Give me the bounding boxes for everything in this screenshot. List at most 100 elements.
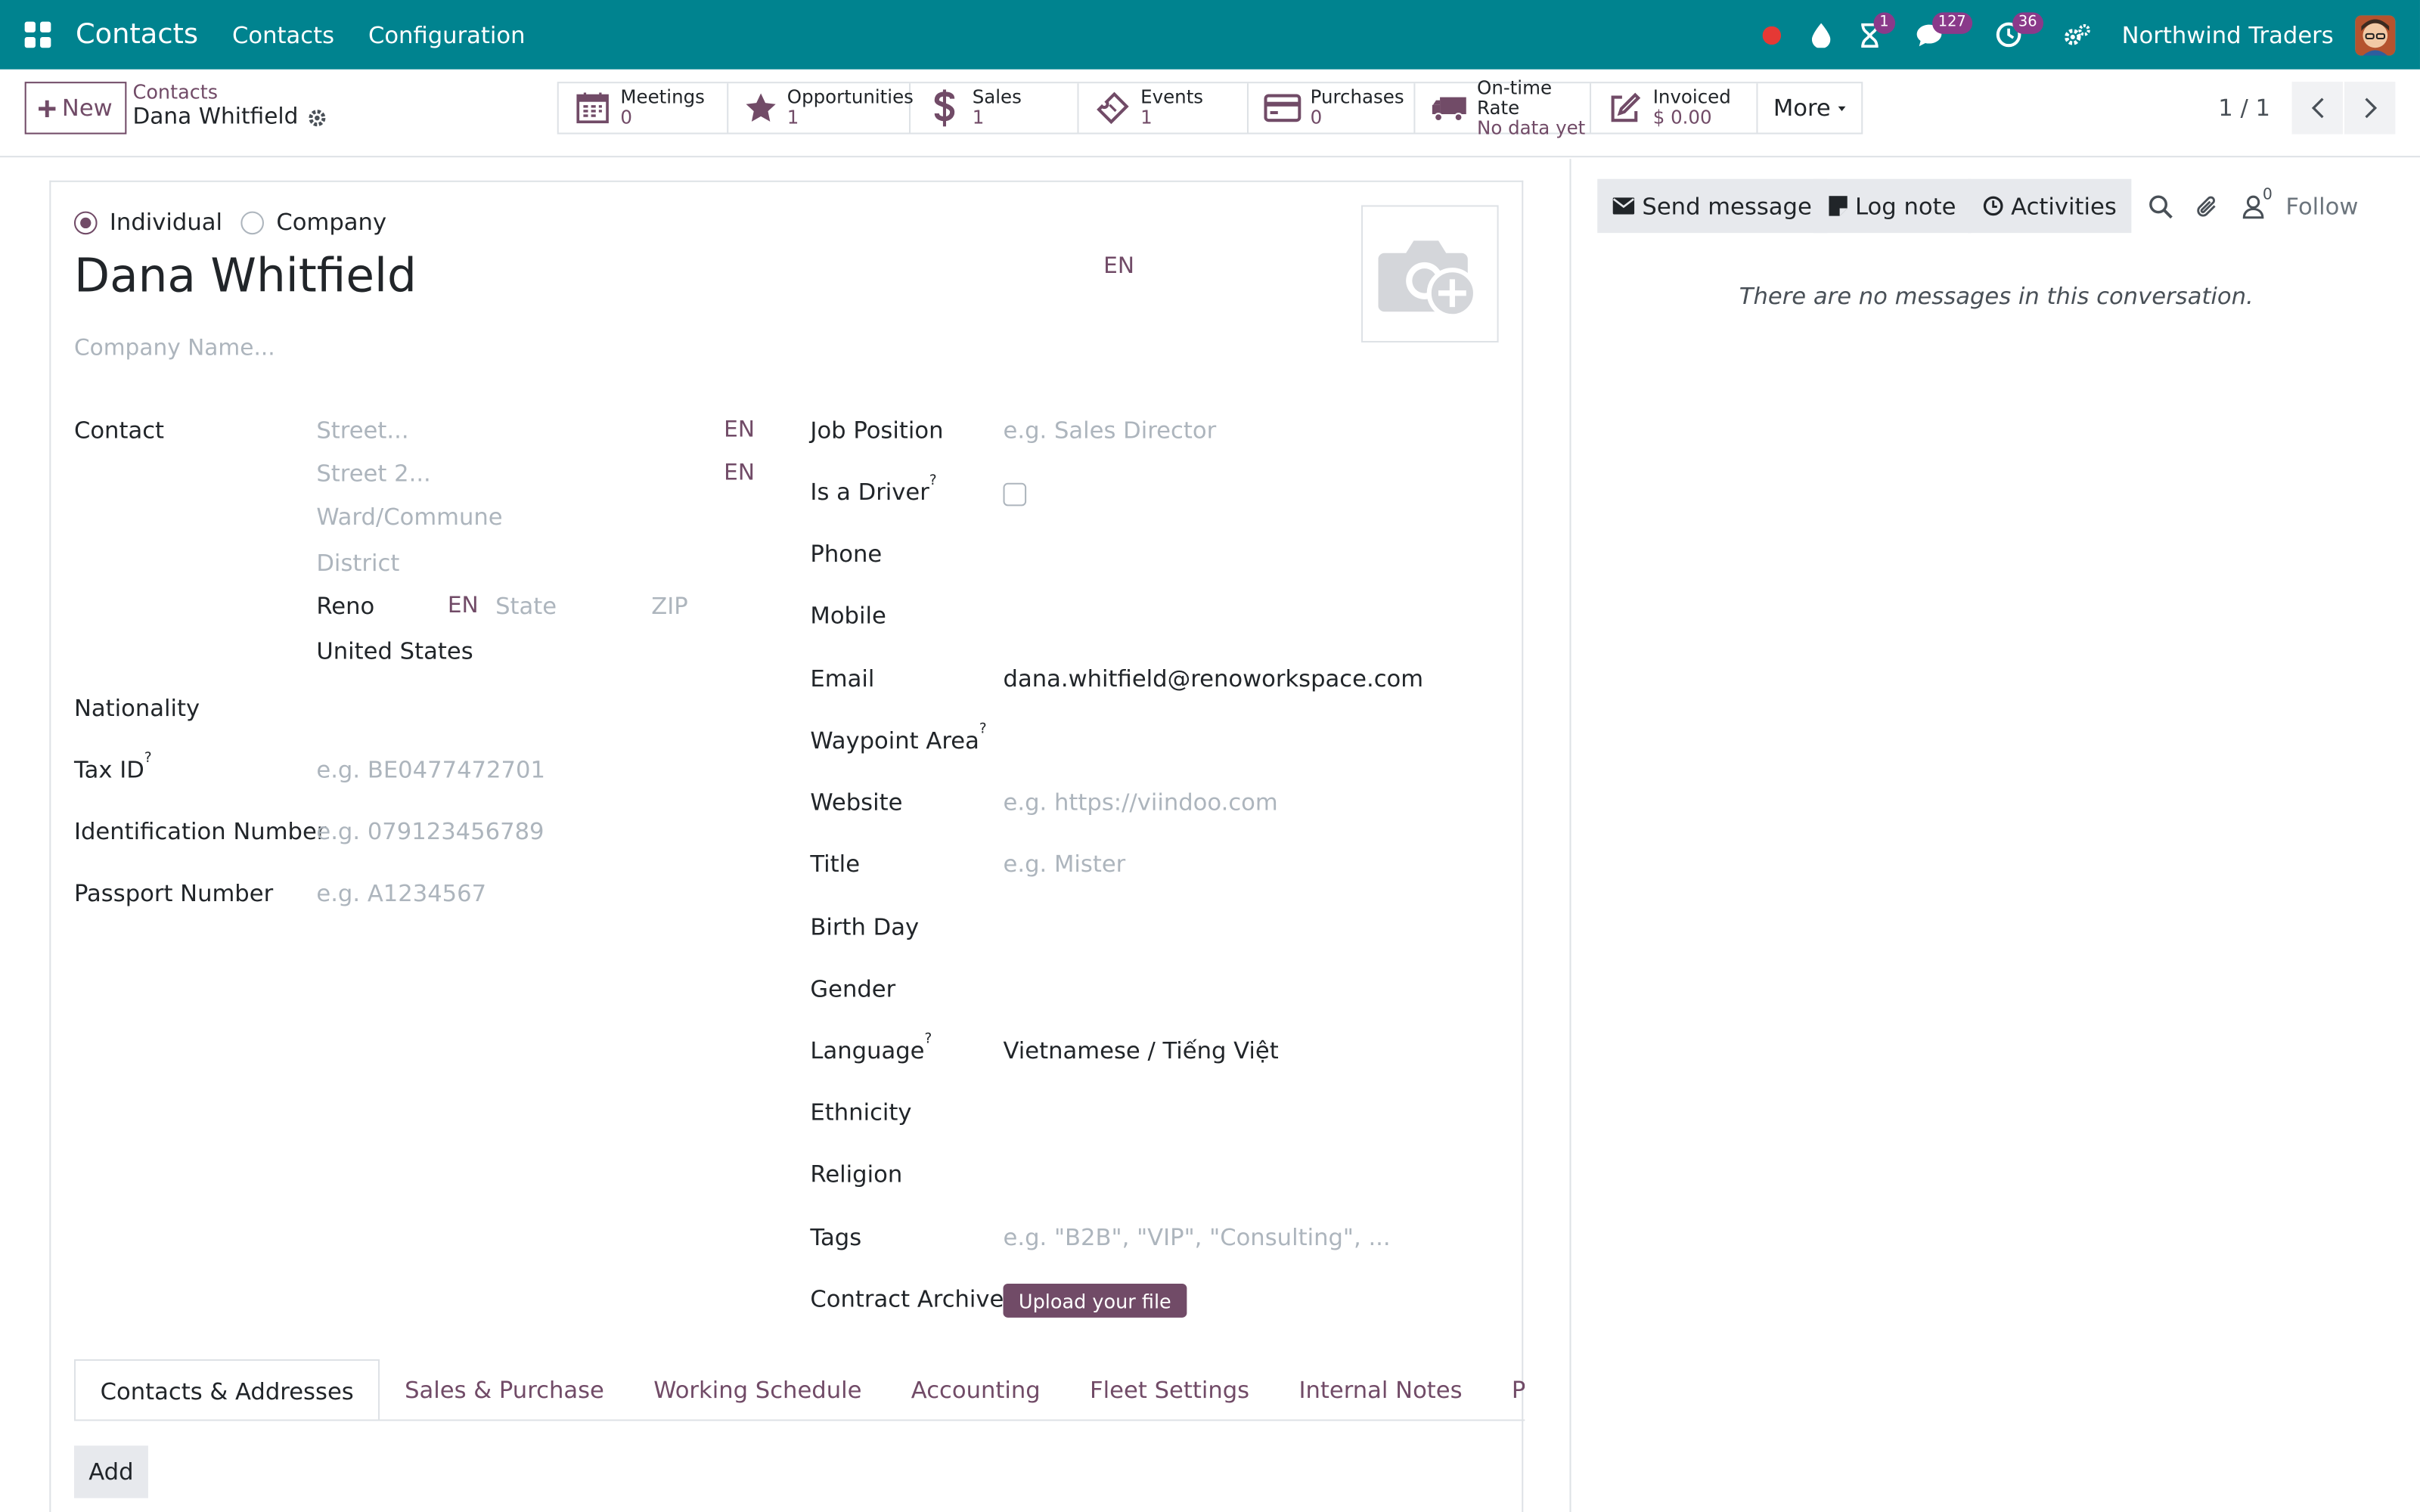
stat-events-label: Events: [1140, 86, 1204, 108]
chevron-left-icon: [2310, 98, 2323, 119]
job-position-input[interactable]: e.g. Sales Director: [1004, 417, 1217, 445]
state-input[interactable]: State: [495, 593, 557, 621]
search-icon[interactable]: [2138, 179, 2184, 233]
ward-input[interactable]: Ward/Commune: [316, 503, 502, 531]
new-button[interactable]: New: [24, 82, 127, 135]
street2-translate-tag[interactable]: EN: [724, 461, 755, 486]
recording-dot-icon[interactable]: [1748, 0, 1795, 70]
street-input[interactable]: Street...: [316, 417, 408, 445]
chatter-panel: Send message Log note Activities 0 Follo…: [1572, 159, 2420, 1512]
tab-accounting[interactable]: Accounting: [886, 1359, 1065, 1420]
zip-input[interactable]: ZIP: [651, 593, 687, 621]
waypoint-label-text: Waypoint Area: [810, 727, 979, 754]
apps-menu-icon[interactable]: [20, 17, 54, 51]
pager-next-button[interactable]: [2344, 82, 2396, 135]
tab-fleet-settings[interactable]: Fleet Settings: [1065, 1359, 1274, 1420]
message-badge: 127: [1931, 12, 1972, 34]
contact-name-input[interactable]: Dana Whitfield: [74, 250, 417, 304]
stat-opportunities[interactable]: Opportunities 1: [728, 83, 914, 133]
send-message-button[interactable]: Send message: [1597, 178, 1828, 234]
pager-previous-button[interactable]: [2291, 82, 2343, 135]
menu-configuration[interactable]: Configuration: [368, 21, 526, 49]
photo-upload[interactable]: [1360, 205, 1499, 343]
idnum-input[interactable]: e.g. 079123456789: [316, 818, 544, 846]
phone-label: Phone: [810, 540, 883, 569]
company-switcher[interactable]: Northwind Traders: [2122, 21, 2334, 49]
tab-working-schedule[interactable]: Working Schedule: [629, 1359, 887, 1420]
pager-value[interactable]: 1 / 1: [2218, 94, 2270, 122]
language-select[interactable]: Vietnamese / Tiếng Việt: [1004, 1036, 1279, 1064]
website-input[interactable]: e.g. https://viindoo.com: [1004, 789, 1278, 816]
upload-file-button[interactable]: Upload your file: [1003, 1283, 1187, 1318]
radio-individual-label[interactable]: Individual: [110, 209, 222, 237]
tab-partner-assignation[interactable]: Partner Assignation: [1487, 1359, 1525, 1420]
country-input[interactable]: United States: [316, 637, 473, 665]
driver-label: Is a Driver?: [810, 474, 936, 507]
stat-opportunities-label: Opportunities: [786, 86, 914, 108]
email-label: Email: [810, 665, 875, 693]
settings-gears-icon[interactable]: [2054, 0, 2100, 70]
more-dropdown[interactable]: More: [1758, 83, 1861, 132]
app-brand[interactable]: Contacts: [76, 18, 198, 51]
stat-invoiced[interactable]: Invoiced $ 0.00: [1591, 83, 1758, 133]
breadcrumb-parent[interactable]: Contacts: [133, 80, 219, 104]
email-input[interactable]: dana.whitfield@renoworkspace.com: [1004, 665, 1424, 693]
stat-purchases[interactable]: Purchases 0: [1249, 83, 1416, 133]
gear-icon[interactable]: [308, 107, 328, 128]
district-input[interactable]: District: [316, 550, 399, 578]
taxid-help[interactable]: ?: [144, 751, 152, 767]
job-position-label: Job Position: [810, 417, 944, 445]
follow-button[interactable]: Follow: [2285, 192, 2358, 220]
street2-input[interactable]: Street 2...: [316, 460, 430, 488]
followers-count: 0: [2262, 186, 2273, 204]
drop-icon[interactable]: [1798, 0, 1844, 70]
menu-contacts[interactable]: Contacts: [232, 21, 334, 49]
credit-card-icon: [1264, 89, 1302, 126]
street-translate-tag[interactable]: EN: [724, 418, 755, 443]
passport-input[interactable]: e.g. A1234567: [316, 879, 486, 907]
radio-company[interactable]: [240, 210, 265, 234]
stat-events[interactable]: Events 1: [1079, 83, 1249, 133]
chat-icon[interactable]: 127: [1906, 0, 1972, 70]
stat-ontime-rate[interactable]: On-time Rate No data yet: [1415, 77, 1592, 138]
title-input[interactable]: e.g. Mister: [1004, 850, 1126, 878]
language-help[interactable]: ?: [925, 1032, 932, 1047]
taxid-input[interactable]: e.g. BE0477472701: [316, 756, 545, 784]
log-note-button[interactable]: Log note: [1813, 178, 1972, 234]
plus-icon: [39, 99, 56, 117]
tab-internal-notes[interactable]: Internal Notes: [1274, 1359, 1487, 1420]
activities-button[interactable]: Activities: [1968, 178, 2133, 234]
chatter-tools: 0 Follow: [2138, 179, 2358, 233]
city-translate-tag[interactable]: EN: [448, 594, 479, 619]
user-avatar[interactable]: [2355, 14, 2396, 55]
company-name-input[interactable]: Company Name...: [74, 336, 275, 361]
name-translate-tag[interactable]: EN: [1103, 255, 1134, 280]
clock-icon[interactable]: 36: [1986, 0, 2043, 70]
stat-purchases-label: Purchases: [1310, 86, 1404, 108]
control-panel: New Contacts Dana Whitfield Meetings 0 Op…: [0, 69, 2420, 158]
radio-individual[interactable]: [73, 210, 98, 234]
driver-label-text: Is a Driver: [810, 478, 929, 507]
driver-help[interactable]: ?: [929, 474, 937, 489]
hourglass-icon[interactable]: 1: [1847, 0, 1895, 70]
paperclip-icon[interactable]: [2184, 179, 2230, 233]
radio-company-label[interactable]: Company: [276, 209, 386, 237]
add-contact-button[interactable]: Add: [73, 1445, 148, 1498]
sticky-note-icon: [1829, 196, 1848, 216]
empty-conversation-text: There are no messages in this conversati…: [1739, 282, 2254, 311]
waypoint-help[interactable]: ?: [979, 722, 987, 737]
tags-input[interactable]: e.g. "B2B", "VIP", "Consulting", ...: [1004, 1223, 1391, 1251]
stat-events-value: 1: [1140, 106, 1153, 129]
pager: 1 / 1: [2218, 82, 2396, 135]
notebook-tabs: Contacts & Addresses Sales & Purchase Wo…: [73, 1359, 1525, 1421]
stat-sales[interactable]: Sales 1: [911, 83, 1079, 133]
tab-contacts-addresses[interactable]: Contacts & Addresses: [73, 1359, 380, 1420]
mobile-label: Mobile: [810, 601, 886, 630]
taxid-label-text: Tax ID: [73, 755, 144, 784]
driver-checkbox[interactable]: [1003, 482, 1027, 507]
caret-down-icon: [1838, 105, 1846, 110]
stat-meetings[interactable]: Meetings 0: [559, 83, 729, 133]
city-input[interactable]: Reno: [316, 593, 374, 621]
tab-sales-purchase[interactable]: Sales & Purchase: [380, 1359, 628, 1420]
followers-icon[interactable]: 0: [2230, 179, 2276, 233]
